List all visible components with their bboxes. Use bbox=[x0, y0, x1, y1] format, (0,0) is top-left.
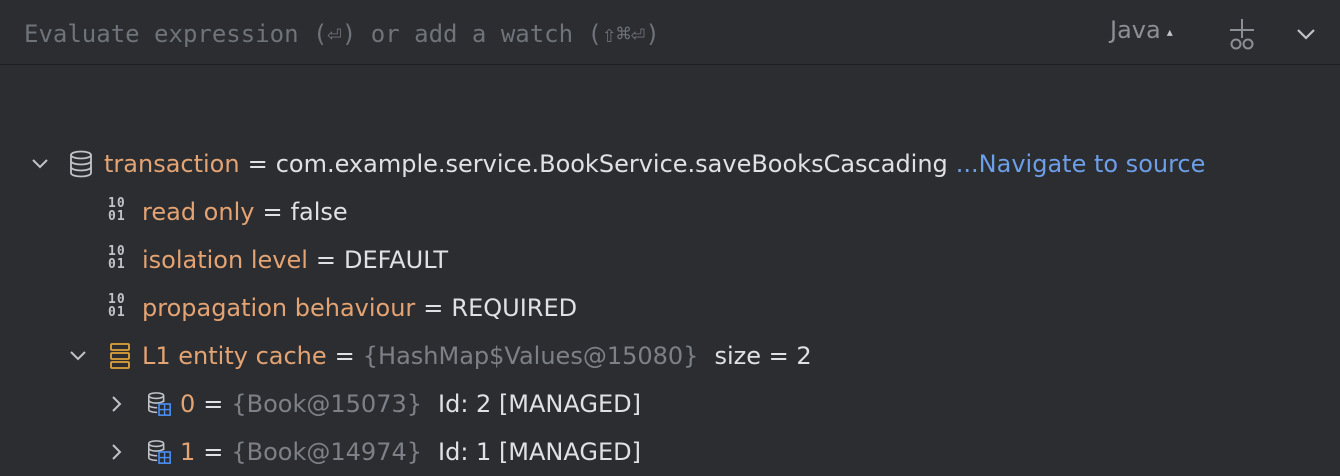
variable-value: DEFAULT bbox=[344, 246, 448, 274]
variable-name: isolation level bbox=[142, 246, 308, 274]
tree-row-transaction[interactable]: transaction = com.example.service.BookSe… bbox=[0, 140, 1340, 188]
object-reference: {Book@14974} bbox=[231, 438, 423, 466]
equals-sign: = bbox=[315, 246, 337, 274]
collection-size: size = 2 bbox=[714, 342, 812, 370]
entity-icon bbox=[147, 440, 171, 464]
tree-row-propagation-behaviour[interactable]: 10 01 propagation behaviour = REQUIRED bbox=[0, 284, 1340, 332]
chevron-down-icon[interactable] bbox=[30, 154, 50, 174]
variable-name: 1 bbox=[180, 438, 196, 466]
variable-name: read only bbox=[142, 198, 255, 226]
binary-icon: 10 01 bbox=[108, 292, 126, 320]
chevron-down-icon[interactable] bbox=[68, 346, 88, 366]
equals-sign: = bbox=[262, 198, 283, 226]
caret-up-icon: ▴ bbox=[1166, 25, 1173, 39]
variable-name: transaction bbox=[104, 150, 240, 178]
navigate-to-source-link[interactable]: ...Navigate to source bbox=[956, 150, 1206, 178]
tree-row-read-only[interactable]: 10 01 read only = false bbox=[0, 188, 1340, 236]
language-select[interactable]: Java ▴ bbox=[1110, 16, 1173, 44]
tree-row-item-1[interactable]: 1 = {Book@14974} Id: 1 [MANAGED] bbox=[0, 428, 1340, 476]
tree-row-item-0[interactable]: 0 = {Book@15073} Id: 2 [MANAGED] bbox=[0, 380, 1340, 428]
equals-sign: = bbox=[334, 342, 355, 370]
equals-sign: = bbox=[423, 294, 444, 322]
entity-status: Id: 1 [MANAGED] bbox=[438, 438, 641, 466]
binary-icon: 10 01 bbox=[108, 196, 126, 224]
variable-name: L1 entity cache bbox=[142, 342, 327, 370]
add-watch-icon[interactable] bbox=[1222, 16, 1262, 52]
object-reference: {HashMap$Values@15080} bbox=[362, 342, 699, 370]
language-label: Java bbox=[1110, 16, 1161, 44]
variable-value: false bbox=[290, 198, 348, 226]
equals-sign: = bbox=[203, 438, 224, 466]
binary-icon: 10 01 bbox=[108, 244, 126, 272]
variable-value: REQUIRED bbox=[451, 294, 578, 322]
equals-sign: = bbox=[247, 150, 268, 178]
evaluate-toolbar: Java ▴ bbox=[0, 0, 1340, 65]
tree-row-l1-entity-cache[interactable]: L1 entity cache = {HashMap$Values@15080}… bbox=[0, 332, 1340, 380]
variable-value: com.example.service.BookService.saveBook… bbox=[275, 150, 948, 178]
chevron-right-icon[interactable] bbox=[106, 442, 126, 462]
chevron-down-icon[interactable] bbox=[1292, 20, 1320, 48]
database-icon bbox=[70, 150, 92, 178]
chevron-right-icon[interactable] bbox=[106, 394, 126, 414]
variable-name: propagation behaviour bbox=[142, 294, 416, 322]
tree-row-isolation-level[interactable]: 10 01 isolation level = DEFAULT bbox=[0, 236, 1340, 284]
stack-icon bbox=[110, 343, 130, 369]
evaluate-expression-input[interactable] bbox=[22, 14, 1086, 54]
